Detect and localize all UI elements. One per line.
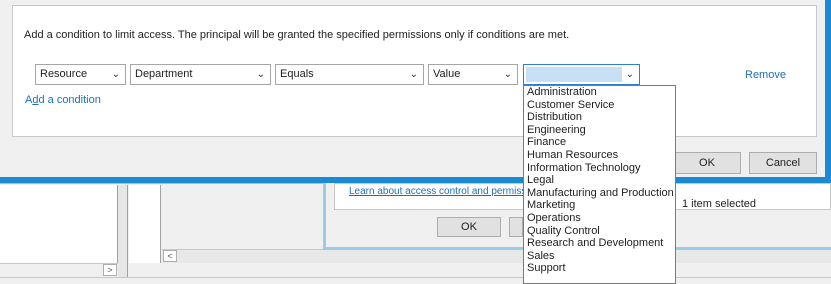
dropdown-option[interactable]: Engineering: [524, 124, 675, 137]
attribute-type-value: Resource: [40, 68, 88, 80]
condition-dialog: Add a condition to limit access. The pri…: [0, 0, 831, 183]
operator-select[interactable]: Equals ⌄: [275, 64, 424, 85]
add-condition-link[interactable]: Add a condition: [25, 94, 101, 106]
dropdown-option[interactable]: Finance: [524, 136, 675, 149]
chevron-down-icon: ⌄: [409, 69, 418, 80]
add-condition-suffix: d a condition: [38, 94, 101, 106]
dropdown-option[interactable]: Legal: [524, 174, 675, 187]
value-select-highlight: [526, 67, 622, 82]
status-strip: [0, 277, 831, 284]
attribute-value: Department: [135, 68, 193, 80]
dropdown-option[interactable]: Research and Development: [524, 237, 675, 250]
dropdown-option[interactable]: Marketing: [524, 199, 675, 212]
dropdown-option[interactable]: Human Resources: [524, 149, 675, 162]
horizontal-scrollbar-left[interactable]: [0, 263, 118, 277]
value-type-value: Value: [433, 68, 461, 80]
dropdown-option[interactable]: Manufacturing and Production: [524, 187, 675, 200]
chevron-down-icon: ⌄: [111, 69, 120, 80]
horizontal-scrollbar-main[interactable]: [162, 249, 831, 263]
scroll-left-arrow-icon[interactable]: <: [163, 250, 177, 262]
ok-button[interactable]: OK: [673, 152, 741, 174]
condition-instruction: Add a condition to limit access. The pri…: [24, 29, 570, 41]
dropdown-option[interactable]: Customer Service: [524, 99, 675, 112]
selection-status: 1 item selected: [682, 198, 756, 210]
cancel-button[interactable]: Cancel: [749, 152, 817, 174]
learn-access-control-link[interactable]: Learn about access control and permissio: [349, 186, 534, 197]
attribute-type-select[interactable]: Resource ⌄: [35, 64, 126, 85]
content-pane[interactable]: [129, 185, 161, 263]
dropdown-option[interactable]: Sales: [524, 250, 675, 263]
dropdown-option[interactable]: Information Technology: [524, 162, 675, 175]
value-select[interactable]: ⌄: [523, 64, 640, 85]
dropdown-option[interactable]: Distribution: [524, 111, 675, 124]
pane-splitter[interactable]: [118, 185, 128, 284]
navigation-pane[interactable]: [0, 185, 118, 263]
operator-value: Equals: [280, 68, 314, 80]
chevron-down-icon: ⌄: [256, 69, 265, 80]
permissions-ok-button[interactable]: OK: [437, 217, 501, 237]
dropdown-option[interactable]: Support: [524, 262, 675, 275]
attribute-select[interactable]: Department ⌄: [130, 64, 271, 85]
value-dropdown-list[interactable]: Administration Customer Service Distribu…: [523, 85, 676, 284]
dropdown-option[interactable]: Administration: [524, 86, 675, 99]
dropdown-option[interactable]: Quality Control: [524, 225, 675, 238]
chevron-down-icon: ⌄: [503, 69, 512, 80]
permissions-second-button[interactable]: [509, 217, 523, 237]
scroll-right-arrow-icon[interactable]: >: [103, 264, 117, 276]
value-type-select[interactable]: Value ⌄: [428, 64, 518, 85]
remove-condition-link[interactable]: Remove: [745, 69, 786, 81]
chevron-down-icon: ⌄: [625, 69, 634, 80]
dropdown-option[interactable]: Operations: [524, 212, 675, 225]
